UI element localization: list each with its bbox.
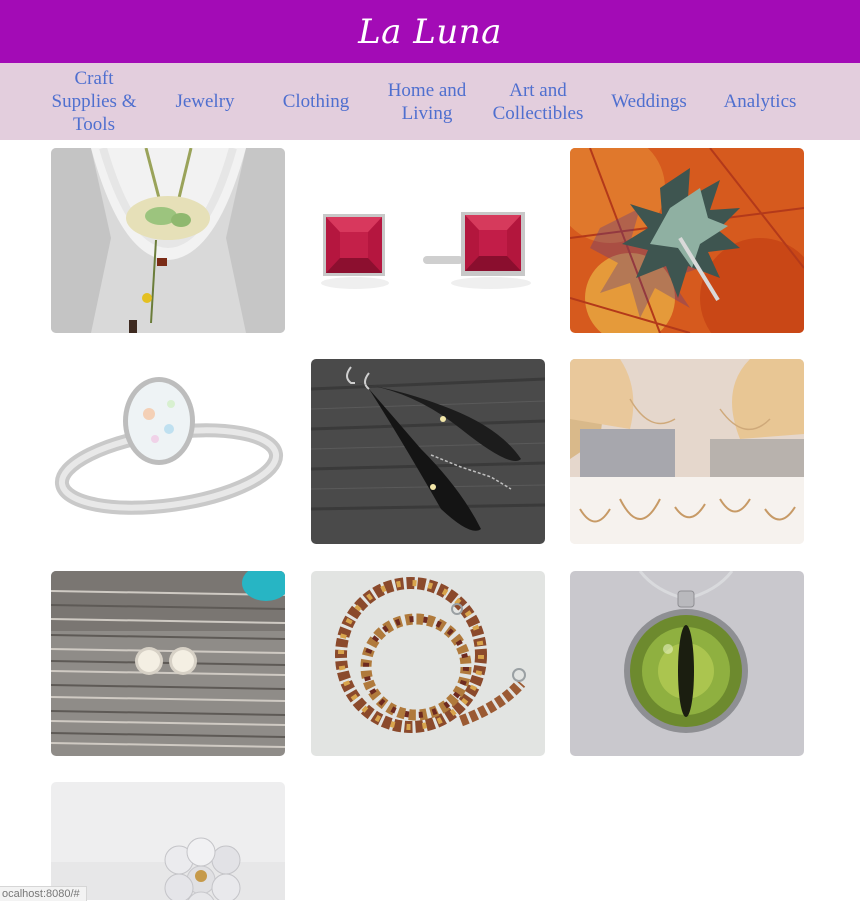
- nav-item-art-and-collectibles[interactable]: Art and Collectibles: [486, 63, 590, 140]
- product-tile-opal-ring[interactable]: [51, 359, 285, 544]
- product-image-black-feather-earrings: [311, 359, 545, 544]
- nav-item-jewelry[interactable]: Jewelry: [153, 63, 257, 140]
- product-tile-mother-of-pearl-flower-ring[interactable]: [51, 782, 285, 900]
- brand-logo[interactable]: La Luna: [358, 15, 502, 49]
- status-bar-url: ocalhost:8080/#: [0, 886, 87, 901]
- nav-item-home-and-living[interactable]: Home and Living: [375, 63, 479, 140]
- product-image-enamel-leaf-brooch: [570, 148, 804, 333]
- nav-item-clothing[interactable]: Clothing: [264, 63, 368, 140]
- product-tile-ceramic-pendant-necklace[interactable]: [51, 148, 285, 333]
- product-image-mother-of-pearl-flower-ring: [51, 782, 285, 900]
- product-image-red-square-stud-earrings: [311, 148, 545, 333]
- product-tile-green-eye-cabochon-pendant[interactable]: [570, 571, 804, 756]
- nav-item-analytics[interactable]: Analytics: [708, 63, 812, 140]
- product-tile-mookaite-bead-necklace[interactable]: [311, 571, 545, 756]
- site-header: La Luna: [0, 0, 860, 63]
- product-image-ceramic-pendant-necklace: [51, 148, 285, 333]
- product-tile-white-stone-stud-earrings[interactable]: [51, 571, 285, 756]
- category-nav: Craft Supplies & Tools Jewelry Clothing …: [0, 63, 860, 140]
- product-image-opal-ring: [51, 359, 285, 544]
- product-tile-enamel-leaf-brooch[interactable]: [570, 148, 804, 333]
- product-image-white-stone-stud-earrings: [51, 571, 285, 756]
- product-image-green-eye-cabochon-pendant: [570, 571, 804, 756]
- product-tile-red-square-stud-earrings[interactable]: [311, 148, 545, 333]
- product-image-delicate-gold-necklaces: [570, 359, 804, 544]
- product-image-mookaite-bead-necklace: [311, 571, 545, 756]
- nav-item-weddings[interactable]: Weddings: [597, 63, 701, 140]
- nav-item-craft-supplies[interactable]: Craft Supplies & Tools: [42, 63, 146, 140]
- product-tile-black-feather-earrings[interactable]: [311, 359, 545, 544]
- product-tile-delicate-gold-necklaces[interactable]: [570, 359, 804, 544]
